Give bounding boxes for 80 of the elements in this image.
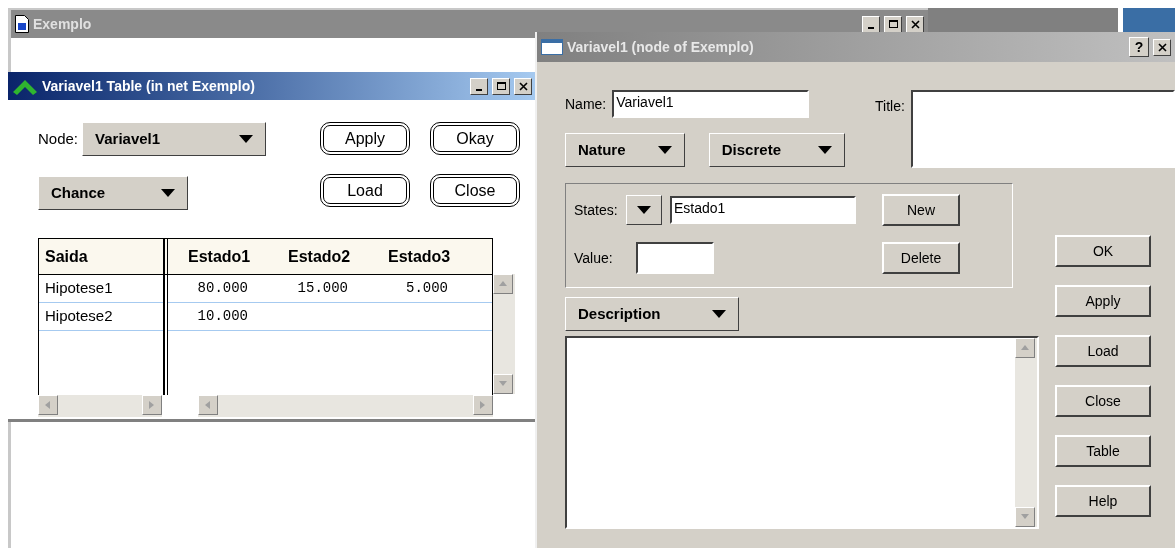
triangle-arrow-icon — [498, 279, 508, 289]
maximize-icon — [494, 79, 508, 93]
horizontal-scrollbar[interactable] — [38, 395, 162, 417]
push-button[interactable]: Delete — [882, 242, 960, 274]
maximize-button[interactable] — [492, 77, 510, 95]
states-label: States: — [574, 200, 619, 220]
close-icon — [1155, 40, 1169, 54]
table-cell-text: 10.000 — [196, 307, 249, 326]
rounded-button[interactable]: Okay — [430, 122, 520, 155]
scroll-arrow-button[interactable] — [198, 395, 218, 415]
push-button[interactable]: New — [882, 194, 960, 226]
dropdown[interactable]: Discrete — [708, 133, 845, 167]
column-header: Estado3 — [387, 246, 452, 267]
node-label: Node: — [38, 128, 79, 149]
text-field[interactable] — [636, 242, 714, 274]
push-button[interactable]: Table — [1055, 435, 1151, 467]
maximize-icon — [886, 17, 900, 31]
scroll-arrow-button[interactable] — [142, 395, 162, 415]
close-icon — [516, 79, 530, 93]
close-button[interactable] — [514, 77, 532, 95]
minimize-icon — [476, 89, 482, 91]
column-header: Estado2 — [287, 246, 352, 267]
scroll-arrow-button[interactable] — [493, 274, 513, 294]
title-label: Title: — [875, 97, 905, 116]
column-header: Estado1 — [187, 246, 252, 267]
dropdown[interactable]: Description — [565, 297, 739, 331]
text-field[interactable]: Estado1 — [670, 196, 856, 224]
text-field[interactable]: Variavel1 — [612, 90, 810, 118]
window-title: Variavel1 Table (in net Exemplo) — [42, 76, 256, 96]
push-button[interactable]: Close — [1055, 385, 1151, 417]
table-cell-text: 80.000 — [196, 279, 249, 298]
scroll-arrow-button[interactable] — [1015, 338, 1035, 358]
row-header: Hipotese2 — [45, 306, 113, 327]
caret-icon — [712, 310, 726, 318]
row-header: Hipotese1 — [45, 278, 113, 299]
scroll-arrow-button[interactable] — [493, 374, 513, 394]
window-title: Variavel1 (node of Exemplo) — [567, 37, 755, 57]
scroll-arrow-button[interactable] — [1015, 507, 1035, 527]
table-cell-text: 5.000 — [405, 279, 449, 298]
triangle-arrow-icon — [43, 400, 53, 410]
rounded-button[interactable]: Load — [320, 174, 410, 207]
rounded-button[interactable]: Close — [430, 174, 520, 207]
dropdown[interactable]: Variavel1 — [82, 122, 267, 156]
caret-icon — [161, 189, 175, 197]
caret-icon — [239, 135, 254, 143]
value-label: Value: — [574, 248, 614, 268]
minimize-button[interactable] — [862, 15, 880, 33]
table-cell-text: 15.000 — [296, 279, 349, 298]
window-title: Exemplo — [33, 14, 93, 34]
text-field[interactable] — [910, 90, 1175, 168]
minimize-icon — [868, 27, 874, 29]
document-icon — [15, 15, 29, 33]
caret-icon — [637, 206, 651, 214]
name-label: Name: — [565, 94, 607, 114]
scroll-arrow-button[interactable] — [38, 395, 58, 415]
push-button[interactable]: Load — [1055, 335, 1151, 367]
dropdown[interactable]: Nature — [565, 133, 685, 167]
caret-icon — [818, 146, 832, 154]
minimize-button[interactable] — [470, 77, 488, 95]
rounded-button[interactable]: Apply — [320, 122, 410, 155]
window-icon — [541, 39, 563, 55]
close-button[interactable] — [1153, 38, 1171, 56]
help-button[interactable]: ? — [1129, 37, 1149, 57]
horizontal-scrollbar[interactable] — [198, 395, 493, 417]
vertical-scrollbar[interactable] — [1015, 338, 1037, 527]
push-button[interactable]: Apply — [1055, 285, 1151, 317]
caret-icon — [657, 146, 672, 154]
scroll-arrow-button[interactable] — [473, 395, 493, 415]
triangle-arrow-icon — [203, 400, 213, 410]
column-header: Saida — [44, 246, 89, 267]
dropdown[interactable]: Chance — [38, 176, 188, 210]
states-dropdown-button[interactable] — [626, 195, 662, 225]
vertical-scrollbar[interactable] — [493, 274, 515, 394]
triangle-arrow-icon — [1020, 343, 1030, 353]
push-button[interactable]: Help — [1055, 485, 1151, 517]
close-icon — [908, 17, 922, 31]
push-button[interactable]: OK — [1055, 235, 1151, 267]
background-window-bar — [1123, 8, 1175, 34]
close-button[interactable] — [906, 15, 924, 33]
maximize-button[interactable] — [884, 15, 902, 33]
